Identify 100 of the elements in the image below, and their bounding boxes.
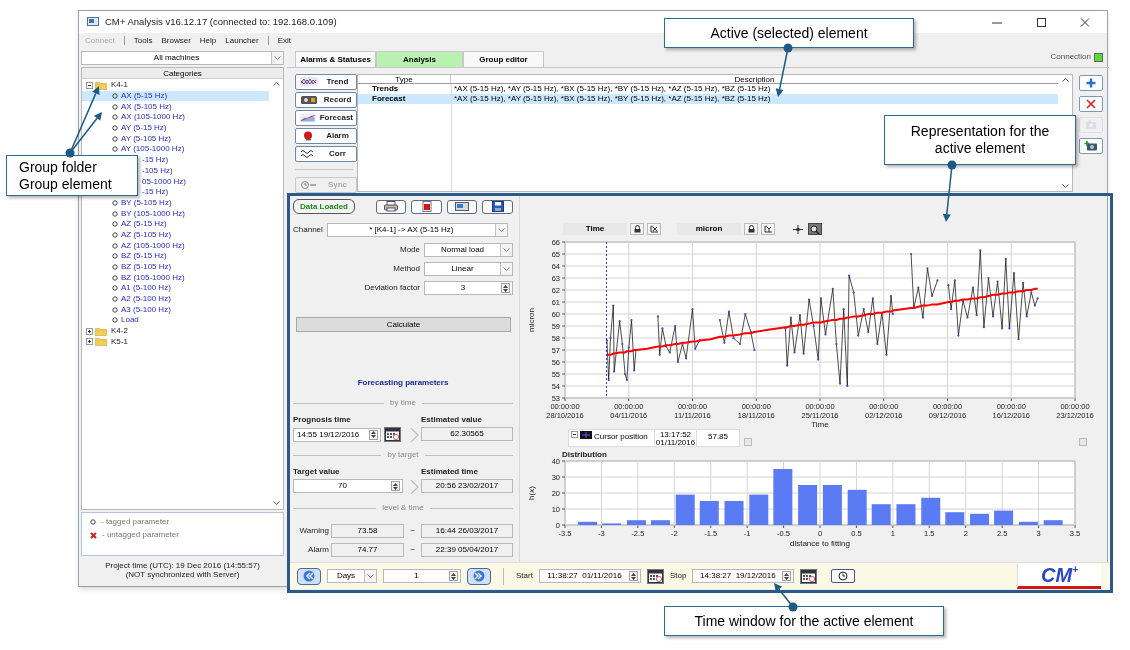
scroll-handle[interactable] — [744, 438, 752, 446]
scale-button[interactable] — [647, 223, 661, 235]
tree-item[interactable]: -105 Hz) — [142, 164, 173, 177]
dropdown-field[interactable]: Linear — [424, 262, 513, 276]
tree-item[interactable]: AY (5-15 Hz) — [82, 122, 269, 134]
tool-button[interactable]: Record — [295, 92, 357, 108]
maximize-icon[interactable] — [1035, 17, 1047, 27]
toolbar-button[interactable] — [411, 199, 442, 214]
scroll-down-icon[interactable] — [273, 501, 280, 505]
spinner-icon[interactable] — [782, 571, 792, 581]
tool-button[interactable]: Trend — [295, 74, 357, 90]
datetime-field[interactable]: 14:38:27 19/12/2016 — [692, 569, 795, 583]
tree-item[interactable]: AZ (5-15 Hz) — [82, 218, 269, 230]
tree-item[interactable]: AX (5-105 Hz) — [82, 101, 269, 113]
tree-item[interactable]: AY (5-105 Hz) — [82, 133, 269, 145]
tree-item[interactable]: Load — [82, 315, 269, 326]
scroll-down-icon[interactable] — [1062, 184, 1069, 188]
tree-item[interactable]: 05-1000 Hz) — [142, 175, 187, 188]
dropdown-caret-icon[interactable] — [271, 52, 283, 64]
cross-icon — [90, 531, 97, 539]
spinner-icon[interactable] — [501, 283, 510, 293]
tree-item[interactable]: K5-1 — [110, 335, 129, 348]
next-button[interactable] — [467, 567, 491, 585]
tool-button[interactable]: Corr — [295, 146, 357, 162]
tab[interactable]: Alarms & Statuses — [295, 51, 376, 67]
dropdown-caret-icon[interactable] — [364, 570, 376, 582]
tree-item[interactable]: BY (105-1000 Hz) — [82, 208, 269, 219]
app-icon — [87, 17, 99, 27]
clock-button[interactable] — [831, 569, 856, 583]
lock-button[interactable] — [630, 223, 644, 235]
menu-item[interactable]: Exit — [277, 35, 291, 45]
expand-icon[interactable] — [86, 338, 93, 346]
calendar-button[interactable] — [800, 568, 818, 584]
side-button[interactable] — [1079, 96, 1103, 112]
toolbar-button[interactable] — [482, 199, 513, 214]
toolbar-button[interactable] — [375, 199, 407, 214]
spinner-icon[interactable] — [449, 571, 458, 581]
side-button[interactable] — [1079, 138, 1103, 154]
menu-item[interactable]: Tools — [133, 35, 153, 45]
scale-button[interactable] — [761, 223, 775, 235]
side-button[interactable] — [1079, 75, 1103, 91]
calculate-button[interactable]: Calculate — [296, 317, 511, 332]
tree-item[interactable]: -15 Hz) — [142, 154, 169, 167]
machine-dropdown[interactable]: All machines — [81, 51, 284, 65]
expand-icon[interactable] — [86, 327, 93, 335]
scroll-handle[interactable] — [1079, 438, 1087, 446]
tree-item[interactable]: BZ (5-15 Hz) — [82, 251, 269, 262]
tree-item[interactable]: -15 Hz) — [142, 186, 169, 199]
count-field[interactable]: 1 — [383, 569, 461, 583]
tree-item[interactable]: K4-2 — [110, 325, 129, 338]
dropdown-field[interactable]: Normal load — [424, 243, 513, 257]
dropdown-caret-icon[interactable] — [500, 263, 512, 275]
dropdown-caret-icon[interactable] — [500, 244, 512, 256]
table-row[interactable]: Forecast *AX (5-15 Hz), *AY (5-15 Hz), *BX (5-15 Hz), *BY (5-15 Hz), *AZ (5-15 Hz), *BZ (5-15 Hz) — [358, 94, 1058, 104]
input-field[interactable]: 14:55 19/12/2016 — [293, 427, 381, 442]
bar — [650, 520, 670, 525]
toolbar-button[interactable] — [446, 199, 478, 214]
cursor-tool-button[interactable] — [791, 223, 805, 235]
previous-button[interactable] — [297, 567, 321, 585]
unit-dropdown[interactable]: Days — [327, 569, 377, 583]
callout-text: Representation for the — [910, 123, 1050, 140]
spinner-icon[interactable] — [628, 571, 638, 581]
calendar-button[interactable] — [646, 568, 664, 584]
input-field[interactable]: 70 — [293, 479, 403, 493]
datetime-field[interactable]: 11:38:27 01/11/2016 — [538, 569, 641, 583]
zoom-tool-button[interactable] — [808, 223, 822, 235]
number-field[interactable]: 3 — [424, 281, 513, 295]
spinner-icon[interactable] — [391, 481, 400, 491]
tree-item[interactable]: BZ (105-1000 Hz) — [82, 272, 269, 284]
tab[interactable]: Group editor — [463, 51, 544, 67]
calendar-button[interactable] — [384, 427, 401, 442]
scroll-up-icon[interactable] — [1062, 78, 1069, 82]
menu-item[interactable]: Help — [199, 35, 217, 45]
tree-item[interactable]: BY (5-105 Hz) — [82, 197, 269, 209]
tree-item[interactable]: A2 (5-100 Hz) — [82, 293, 269, 305]
menu-item[interactable]: Browser — [161, 35, 191, 45]
tree-item[interactable]: AX (105-1000 Hz) — [82, 112, 269, 123]
tab[interactable]: Analysis — [376, 51, 463, 67]
scroll-up-icon[interactable] — [273, 82, 280, 86]
lock-button[interactable] — [744, 223, 758, 235]
tool-button[interactable]: Alarm — [295, 128, 357, 144]
column-header: Type — [358, 75, 451, 83]
tool-button[interactable]: Forecast — [295, 110, 357, 126]
close-icon[interactable] — [1079, 17, 1091, 27]
tree-item[interactable]: A1 (5-100 Hz) — [82, 283, 269, 294]
tree-item[interactable]: A3 (5-100 Hz) — [82, 304, 269, 316]
spinner-icon[interactable] — [369, 429, 378, 440]
table-row[interactable]: Trends *AX (5-15 Hz), *AY (5-15 Hz), *BX (5-15 Hz), *BY (5-15 Hz), *AZ (5-15 Hz), *BZ (5-15 Hz) — [358, 84, 1058, 94]
dropdown-field[interactable]: * [K4-1] -> AX (5-15 Hz) — [326, 223, 508, 237]
tree-item[interactable]: BZ (5-105 Hz) — [82, 261, 269, 273]
tree-item[interactable]: K4-1 — [110, 79, 129, 92]
tree-item[interactable]: AZ (105-1000 Hz) — [82, 240, 269, 251]
tree-item[interactable]: AX (5-15 Hz) — [82, 90, 269, 102]
tree-item[interactable]: AY (105-1000 Hz) — [82, 144, 269, 155]
callout-text: active element — [934, 140, 1026, 157]
tagged-circle-icon — [112, 135, 118, 142]
tree-item[interactable]: AZ (5-105 Hz) — [82, 229, 269, 241]
collapse-icon[interactable] — [86, 81, 93, 89]
menu-item[interactable]: Launcher — [225, 35, 269, 45]
dropdown-caret-icon[interactable] — [494, 224, 507, 236]
